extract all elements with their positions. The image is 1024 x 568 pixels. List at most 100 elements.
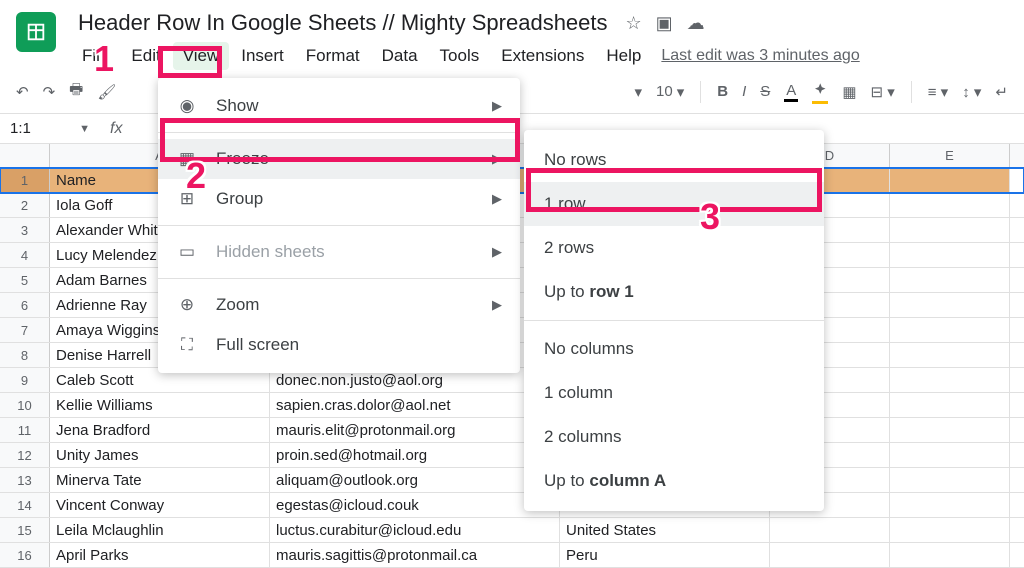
cell[interactable] xyxy=(890,518,1010,542)
row-header[interactable]: 6 xyxy=(0,293,50,317)
menu-tools[interactable]: Tools xyxy=(430,42,490,70)
row-header[interactable]: 1 xyxy=(0,168,50,192)
strikethrough-icon[interactable]: S xyxy=(760,83,770,100)
borders-icon[interactable]: ▦ xyxy=(842,83,856,101)
table-row[interactable]: 15Leila Mclaughlinluctus.curabitur@iclou… xyxy=(0,518,1024,543)
row-header[interactable]: 14 xyxy=(0,493,50,517)
row-header[interactable]: 10 xyxy=(0,393,50,417)
menu-fullscreen[interactable]: ⛶ Full screen xyxy=(158,325,520,365)
row-header[interactable]: 9 xyxy=(0,368,50,392)
star-icon[interactable]: ☆ xyxy=(626,13,642,34)
menu-zoom[interactable]: ⊕ Zoom▶ xyxy=(158,285,520,325)
cell[interactable]: luctus.curabitur@icloud.edu xyxy=(270,518,560,542)
cell[interactable]: Jena Bradford xyxy=(50,418,270,442)
row-header[interactable]: 16 xyxy=(0,543,50,567)
table-row[interactable]: 11Jena Bradfordmauris.elit@protonmail.or… xyxy=(0,418,1024,443)
cell[interactable] xyxy=(890,443,1010,467)
cell[interactable] xyxy=(770,518,890,542)
cell[interactable]: mauris.sagittis@protonmail.ca xyxy=(270,543,560,567)
menu-extensions[interactable]: Extensions xyxy=(491,42,594,70)
menu-insert[interactable]: Insert xyxy=(231,42,294,70)
cell[interactable] xyxy=(890,168,1010,192)
cell[interactable] xyxy=(890,543,1010,567)
wrap-icon[interactable]: ↵ xyxy=(995,83,1008,101)
more-format-dropdown[interactable]: ▾ xyxy=(635,83,643,101)
table-row[interactable]: 10Kellie Williamssapien.cras.dolor@aol.n… xyxy=(0,393,1024,418)
menu-show[interactable]: ◉ Show▶ xyxy=(158,86,520,126)
row-header[interactable]: 4 xyxy=(0,243,50,267)
row-header[interactable]: 5 xyxy=(0,268,50,292)
table-row[interactable]: 13Minerva Tatealiquam@outlook.orgNew Zea… xyxy=(0,468,1024,493)
fill-color-icon[interactable]: 🟆 xyxy=(812,79,828,104)
freeze-2-columns[interactable]: 2 columns xyxy=(524,415,824,459)
cell[interactable] xyxy=(770,543,890,567)
cell[interactable]: Peru xyxy=(560,543,770,567)
cell[interactable]: Leila Mclaughlin xyxy=(50,518,270,542)
freeze-no-rows[interactable]: No rows xyxy=(524,138,824,182)
col-header-e[interactable]: E xyxy=(890,144,1010,167)
document-title[interactable]: Header Row In Google Sheets // Mighty Sp… xyxy=(72,8,614,38)
move-icon[interactable]: ▣ xyxy=(656,13,673,34)
paint-format-icon[interactable]: 🖌 xyxy=(97,83,116,101)
menu-freeze[interactable]: ▦ Freeze▶ xyxy=(158,139,520,179)
cell[interactable]: aliquam@outlook.org xyxy=(270,468,560,492)
cell[interactable] xyxy=(890,318,1010,342)
italic-icon[interactable]: I xyxy=(742,83,746,100)
cell[interactable] xyxy=(890,493,1010,517)
cell[interactable]: April Parks xyxy=(50,543,270,567)
undo-icon[interactable]: ↶ xyxy=(16,83,29,101)
menu-format[interactable]: Format xyxy=(296,42,370,70)
print-icon[interactable]: 🖶 xyxy=(69,79,83,104)
cell[interactable]: Minerva Tate xyxy=(50,468,270,492)
freeze-2-rows[interactable]: 2 rows xyxy=(524,226,824,270)
merge-icon[interactable]: ⊟ ▾ xyxy=(871,83,895,101)
menu-view[interactable]: View xyxy=(173,42,230,70)
cloud-icon[interactable]: ☁ xyxy=(687,13,705,34)
bold-icon[interactable]: B xyxy=(717,83,728,100)
row-header[interactable]: 13 xyxy=(0,468,50,492)
table-row[interactable]: 16April Parksmauris.sagittis@protonmail.… xyxy=(0,543,1024,568)
redo-icon[interactable]: ↷ xyxy=(43,83,56,101)
menu-hidden-sheets[interactable]: ▭ Hidden sheets▶ xyxy=(158,232,520,272)
menu-help[interactable]: Help xyxy=(596,42,651,70)
cell[interactable]: sapien.cras.dolor@aol.net xyxy=(270,393,560,417)
sheets-logo-icon[interactable] xyxy=(16,12,56,52)
table-row[interactable]: 12Unity Jamesproin.sed@hotmail.orgFrance xyxy=(0,443,1024,468)
cell[interactable]: Kellie Williams xyxy=(50,393,270,417)
select-all-corner[interactable] xyxy=(0,144,50,167)
row-header[interactable]: 12 xyxy=(0,443,50,467)
name-box[interactable]: 1:1▼ xyxy=(0,120,100,137)
table-row[interactable]: 14Vincent Conwayegestas@icloud.coukCosta… xyxy=(0,493,1024,518)
cell[interactable]: United States xyxy=(560,518,770,542)
menu-group[interactable]: ⊞ Group▶ xyxy=(158,179,520,219)
cell[interactable] xyxy=(890,218,1010,242)
freeze-upto-column[interactable]: Up to column A xyxy=(524,459,824,503)
last-edit-link[interactable]: Last edit was 3 minutes ago xyxy=(661,47,859,65)
row-header[interactable]: 3 xyxy=(0,218,50,242)
cell[interactable]: Vincent Conway xyxy=(50,493,270,517)
freeze-no-columns[interactable]: No columns xyxy=(524,327,824,371)
cell[interactable] xyxy=(890,243,1010,267)
row-header[interactable]: 8 xyxy=(0,343,50,367)
cell[interactable] xyxy=(890,343,1010,367)
row-header[interactable]: 2 xyxy=(0,193,50,217)
cell[interactable] xyxy=(890,418,1010,442)
menu-edit[interactable]: Edit xyxy=(121,42,170,70)
cell[interactable] xyxy=(890,193,1010,217)
menu-data[interactable]: Data xyxy=(372,42,428,70)
row-header[interactable]: 15 xyxy=(0,518,50,542)
cell[interactable]: mauris.elit@protonmail.org xyxy=(270,418,560,442)
cell[interactable] xyxy=(890,368,1010,392)
freeze-1-row[interactable]: 1 row xyxy=(524,182,824,226)
cell[interactable] xyxy=(890,268,1010,292)
row-header[interactable]: 11 xyxy=(0,418,50,442)
freeze-1-column[interactable]: 1 column xyxy=(524,371,824,415)
cell[interactable]: proin.sed@hotmail.org xyxy=(270,443,560,467)
font-size-selector[interactable]: 10 ▾ xyxy=(656,83,684,101)
cell[interactable] xyxy=(890,293,1010,317)
row-header[interactable]: 7 xyxy=(0,318,50,342)
text-color-icon[interactable]: A xyxy=(784,82,798,102)
cell[interactable] xyxy=(890,468,1010,492)
freeze-upto-row[interactable]: Up to row 1 xyxy=(524,270,824,314)
cell[interactable]: Unity James xyxy=(50,443,270,467)
